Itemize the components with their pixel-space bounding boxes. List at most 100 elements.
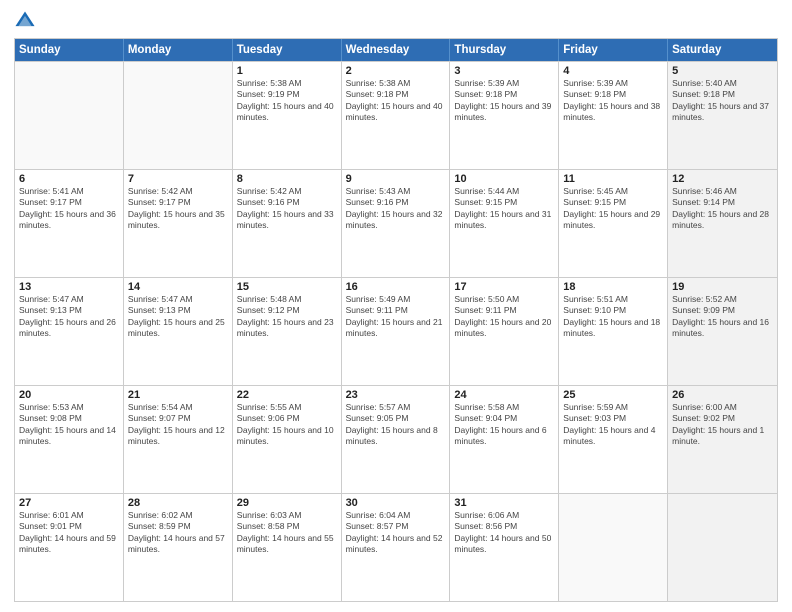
day-number: 13: [19, 281, 119, 293]
calendar-cell: 10Sunrise: 5:44 AM Sunset: 9:15 PM Dayli…: [450, 170, 559, 277]
calendar-cell: [124, 62, 233, 169]
calendar-cell: 14Sunrise: 5:47 AM Sunset: 9:13 PM Dayli…: [124, 278, 233, 385]
day-number: 27: [19, 497, 119, 509]
calendar-cell: 19Sunrise: 5:52 AM Sunset: 9:09 PM Dayli…: [668, 278, 777, 385]
day-number: 22: [237, 389, 337, 401]
day-number: 29: [237, 497, 337, 509]
calendar-cell: 28Sunrise: 6:02 AM Sunset: 8:59 PM Dayli…: [124, 494, 233, 601]
day-info: Sunrise: 5:49 AM Sunset: 9:11 PM Dayligh…: [346, 294, 446, 340]
calendar-week-row: 1Sunrise: 5:38 AM Sunset: 9:19 PM Daylig…: [15, 61, 777, 169]
day-info: Sunrise: 5:42 AM Sunset: 9:16 PM Dayligh…: [237, 186, 337, 232]
calendar-cell: 7Sunrise: 5:42 AM Sunset: 9:17 PM Daylig…: [124, 170, 233, 277]
day-info: Sunrise: 5:41 AM Sunset: 9:17 PM Dayligh…: [19, 186, 119, 232]
day-number: 1: [237, 65, 337, 77]
day-info: Sunrise: 5:38 AM Sunset: 9:18 PM Dayligh…: [346, 78, 446, 124]
calendar-cell: 26Sunrise: 6:00 AM Sunset: 9:02 PM Dayli…: [668, 386, 777, 493]
day-info: Sunrise: 5:52 AM Sunset: 9:09 PM Dayligh…: [672, 294, 773, 340]
day-info: Sunrise: 5:48 AM Sunset: 9:12 PM Dayligh…: [237, 294, 337, 340]
day-number: 8: [237, 173, 337, 185]
calendar-cell: 8Sunrise: 5:42 AM Sunset: 9:16 PM Daylig…: [233, 170, 342, 277]
calendar-cell: 22Sunrise: 5:55 AM Sunset: 9:06 PM Dayli…: [233, 386, 342, 493]
calendar-cell: 4Sunrise: 5:39 AM Sunset: 9:18 PM Daylig…: [559, 62, 668, 169]
calendar-cell: 23Sunrise: 5:57 AM Sunset: 9:05 PM Dayli…: [342, 386, 451, 493]
calendar-header-cell: Friday: [559, 39, 668, 61]
calendar-header-cell: Tuesday: [233, 39, 342, 61]
day-info: Sunrise: 5:59 AM Sunset: 9:03 PM Dayligh…: [563, 402, 663, 448]
day-number: 6: [19, 173, 119, 185]
logo-icon: [14, 10, 36, 32]
day-number: 7: [128, 173, 228, 185]
header: [14, 10, 778, 32]
day-info: Sunrise: 5:42 AM Sunset: 9:17 PM Dayligh…: [128, 186, 228, 232]
calendar-week-row: 6Sunrise: 5:41 AM Sunset: 9:17 PM Daylig…: [15, 169, 777, 277]
day-number: 4: [563, 65, 663, 77]
day-number: 23: [346, 389, 446, 401]
day-number: 31: [454, 497, 554, 509]
calendar-body: 1Sunrise: 5:38 AM Sunset: 9:19 PM Daylig…: [15, 61, 777, 601]
day-info: Sunrise: 5:46 AM Sunset: 9:14 PM Dayligh…: [672, 186, 773, 232]
calendar-cell: 3Sunrise: 5:39 AM Sunset: 9:18 PM Daylig…: [450, 62, 559, 169]
calendar-cell: 11Sunrise: 5:45 AM Sunset: 9:15 PM Dayli…: [559, 170, 668, 277]
calendar-cell: 6Sunrise: 5:41 AM Sunset: 9:17 PM Daylig…: [15, 170, 124, 277]
day-number: 26: [672, 389, 773, 401]
calendar-cell: 1Sunrise: 5:38 AM Sunset: 9:19 PM Daylig…: [233, 62, 342, 169]
day-info: Sunrise: 5:55 AM Sunset: 9:06 PM Dayligh…: [237, 402, 337, 448]
day-number: 16: [346, 281, 446, 293]
day-number: 3: [454, 65, 554, 77]
day-info: Sunrise: 5:50 AM Sunset: 9:11 PM Dayligh…: [454, 294, 554, 340]
calendar-cell: 30Sunrise: 6:04 AM Sunset: 8:57 PM Dayli…: [342, 494, 451, 601]
page: SundayMondayTuesdayWednesdayThursdayFrid…: [0, 0, 792, 612]
calendar: SundayMondayTuesdayWednesdayThursdayFrid…: [14, 38, 778, 602]
day-number: 9: [346, 173, 446, 185]
day-number: 12: [672, 173, 773, 185]
calendar-cell: [15, 62, 124, 169]
day-info: Sunrise: 5:40 AM Sunset: 9:18 PM Dayligh…: [672, 78, 773, 124]
day-info: Sunrise: 5:39 AM Sunset: 9:18 PM Dayligh…: [454, 78, 554, 124]
calendar-cell: [668, 494, 777, 601]
day-info: Sunrise: 5:44 AM Sunset: 9:15 PM Dayligh…: [454, 186, 554, 232]
day-number: 17: [454, 281, 554, 293]
calendar-cell: 5Sunrise: 5:40 AM Sunset: 9:18 PM Daylig…: [668, 62, 777, 169]
day-info: Sunrise: 5:45 AM Sunset: 9:15 PM Dayligh…: [563, 186, 663, 232]
day-number: 15: [237, 281, 337, 293]
day-info: Sunrise: 5:43 AM Sunset: 9:16 PM Dayligh…: [346, 186, 446, 232]
day-info: Sunrise: 5:54 AM Sunset: 9:07 PM Dayligh…: [128, 402, 228, 448]
calendar-cell: 21Sunrise: 5:54 AM Sunset: 9:07 PM Dayli…: [124, 386, 233, 493]
day-number: 19: [672, 281, 773, 293]
day-info: Sunrise: 5:57 AM Sunset: 9:05 PM Dayligh…: [346, 402, 446, 448]
day-info: Sunrise: 5:38 AM Sunset: 9:19 PM Dayligh…: [237, 78, 337, 124]
calendar-week-row: 27Sunrise: 6:01 AM Sunset: 9:01 PM Dayli…: [15, 493, 777, 601]
calendar-header-cell: Saturday: [668, 39, 777, 61]
calendar-cell: 9Sunrise: 5:43 AM Sunset: 9:16 PM Daylig…: [342, 170, 451, 277]
day-number: 2: [346, 65, 446, 77]
calendar-header-cell: Wednesday: [342, 39, 451, 61]
calendar-cell: 2Sunrise: 5:38 AM Sunset: 9:18 PM Daylig…: [342, 62, 451, 169]
calendar-header-cell: Thursday: [450, 39, 559, 61]
calendar-header-cell: Sunday: [15, 39, 124, 61]
calendar-cell: 25Sunrise: 5:59 AM Sunset: 9:03 PM Dayli…: [559, 386, 668, 493]
calendar-cell: 16Sunrise: 5:49 AM Sunset: 9:11 PM Dayli…: [342, 278, 451, 385]
day-info: Sunrise: 5:53 AM Sunset: 9:08 PM Dayligh…: [19, 402, 119, 448]
day-info: Sunrise: 5:39 AM Sunset: 9:18 PM Dayligh…: [563, 78, 663, 124]
day-info: Sunrise: 6:04 AM Sunset: 8:57 PM Dayligh…: [346, 510, 446, 556]
day-number: 20: [19, 389, 119, 401]
calendar-cell: 24Sunrise: 5:58 AM Sunset: 9:04 PM Dayli…: [450, 386, 559, 493]
day-info: Sunrise: 5:47 AM Sunset: 9:13 PM Dayligh…: [128, 294, 228, 340]
day-info: Sunrise: 6:00 AM Sunset: 9:02 PM Dayligh…: [672, 402, 773, 448]
day-number: 10: [454, 173, 554, 185]
calendar-week-row: 13Sunrise: 5:47 AM Sunset: 9:13 PM Dayli…: [15, 277, 777, 385]
calendar-cell: 27Sunrise: 6:01 AM Sunset: 9:01 PM Dayli…: [15, 494, 124, 601]
day-info: Sunrise: 5:47 AM Sunset: 9:13 PM Dayligh…: [19, 294, 119, 340]
day-number: 28: [128, 497, 228, 509]
day-number: 5: [672, 65, 773, 77]
calendar-cell: 31Sunrise: 6:06 AM Sunset: 8:56 PM Dayli…: [450, 494, 559, 601]
logo: [14, 10, 40, 32]
calendar-cell: 17Sunrise: 5:50 AM Sunset: 9:11 PM Dayli…: [450, 278, 559, 385]
calendar-cell: 18Sunrise: 5:51 AM Sunset: 9:10 PM Dayli…: [559, 278, 668, 385]
calendar-cell: 15Sunrise: 5:48 AM Sunset: 9:12 PM Dayli…: [233, 278, 342, 385]
day-number: 24: [454, 389, 554, 401]
day-info: Sunrise: 6:02 AM Sunset: 8:59 PM Dayligh…: [128, 510, 228, 556]
day-info: Sunrise: 5:58 AM Sunset: 9:04 PM Dayligh…: [454, 402, 554, 448]
calendar-header-row: SundayMondayTuesdayWednesdayThursdayFrid…: [15, 39, 777, 61]
day-info: Sunrise: 6:06 AM Sunset: 8:56 PM Dayligh…: [454, 510, 554, 556]
